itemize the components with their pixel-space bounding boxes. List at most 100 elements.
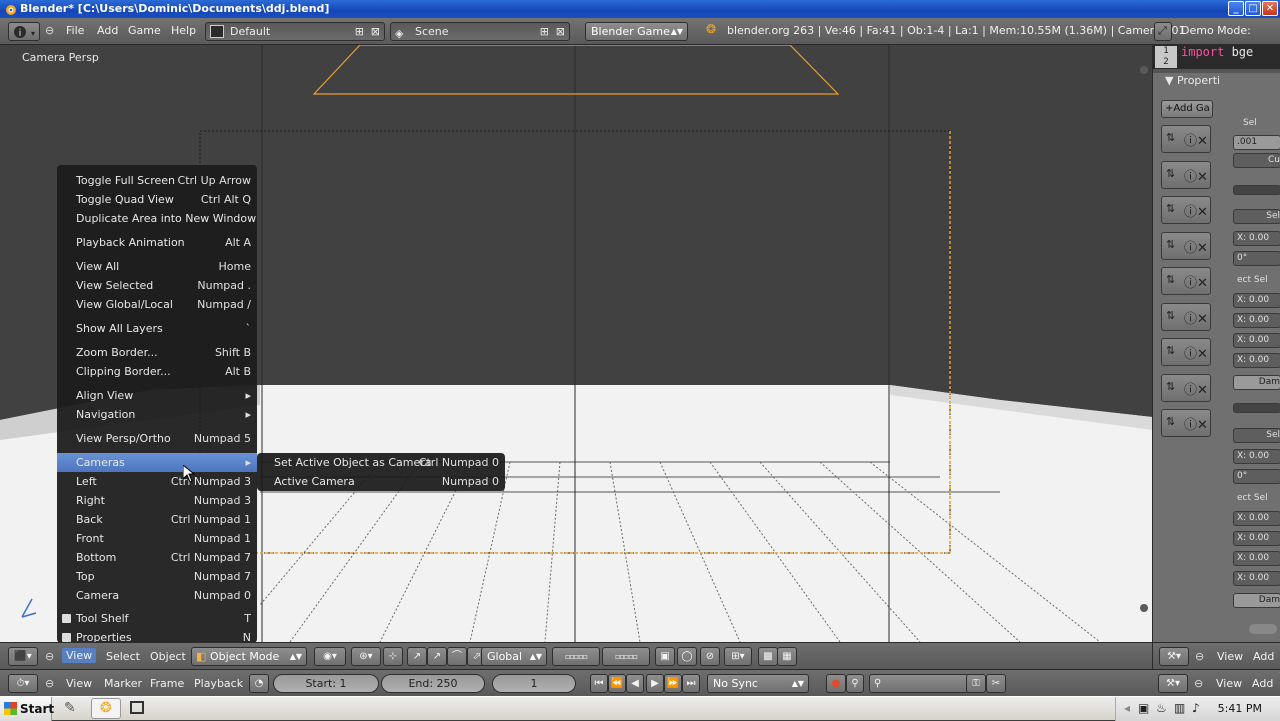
- jump-start-icon[interactable]: ⏮: [590, 674, 608, 693]
- remove-layout-icon[interactable]: ⊠: [371, 23, 380, 40]
- menu-object[interactable]: Object: [150, 650, 186, 663]
- menu-view[interactable]: View: [66, 677, 92, 690]
- view-menu-item[interactable]: Front Numpad 1: [57, 529, 257, 548]
- mode-dropdown[interactable]: ◧ Object Mode ▲▼: [191, 647, 307, 666]
- manipulator-icon[interactable]: ⊹: [383, 647, 403, 666]
- checkbox-icon[interactable]: [62, 633, 71, 642]
- sensor-button[interactable]: ⇅ ⓘ✕: [1161, 232, 1211, 260]
- menu-view[interactable]: View: [1217, 650, 1243, 663]
- play-reverse-icon[interactable]: ◀: [626, 674, 644, 693]
- view-menu-item[interactable]: Show All Layers `: [57, 319, 257, 338]
- lock-layers-icon[interactable]: ▣: [655, 647, 675, 666]
- collapse-menu-icon[interactable]: ⊖: [45, 677, 54, 690]
- text-editor[interactable]: 1 2 import bge: [1153, 45, 1280, 69]
- menu-game[interactable]: Game: [128, 24, 161, 37]
- view-menu-item[interactable]: View Global/Local Numpad /: [57, 295, 257, 314]
- menu-help[interactable]: Help: [171, 24, 196, 37]
- prop-value[interactable]: Sel: [1233, 428, 1280, 443]
- menu-add[interactable]: Add: [1252, 677, 1273, 690]
- prop-value[interactable]: X: 0.00: [1233, 571, 1280, 586]
- view-menu-item[interactable]: Navigation ▸: [57, 405, 257, 424]
- delete-keyframe-icon[interactable]: ✂: [986, 674, 1006, 693]
- view-menu-item[interactable]: View All Home: [57, 257, 257, 276]
- collapse-menu-icon[interactable]: ⊖: [45, 650, 54, 663]
- view-menu-item[interactable]: Playback Animation Alt A: [57, 233, 257, 252]
- start-button[interactable]: Start: [0, 697, 54, 721]
- add-scene-icon[interactable]: ⊞: [540, 23, 549, 40]
- keying-set-field[interactable]: ⚲: [869, 674, 969, 693]
- view-menu-item[interactable]: Zoom Border... Shift B: [57, 343, 257, 362]
- prop-value[interactable]: 0°: [1233, 469, 1280, 484]
- collapse-menu-icon[interactable]: ⊖: [1194, 677, 1203, 690]
- tray-app-icon[interactable]: ▣: [1138, 701, 1149, 715]
- end-frame-field[interactable]: End: 250: [381, 674, 485, 693]
- start-frame-field[interactable]: Start: 1: [273, 674, 379, 693]
- add-game-property-button[interactable]: +Add Ga: [1161, 100, 1213, 118]
- menu-frame[interactable]: Frame: [150, 677, 184, 690]
- sensor-button[interactable]: ⇅ ⓘ✕: [1161, 196, 1211, 224]
- menu-view[interactable]: View: [62, 648, 97, 663]
- render-engine-dropdown[interactable]: Blender Game ▲▼: [585, 22, 688, 41]
- menu-marker[interactable]: Marker: [104, 677, 142, 690]
- opengl-render-icon[interactable]: ▩: [758, 647, 778, 666]
- maximize-button[interactable]: □: [1245, 1, 1261, 16]
- sensor-button[interactable]: ⇅ ⓘ✕: [1161, 267, 1211, 295]
- jump-keyframe-back-icon[interactable]: ⏪: [608, 674, 626, 693]
- prop-value[interactable]: X: 0.00: [1233, 333, 1280, 348]
- editor-type-button[interactable]: ⬛▾: [8, 647, 38, 666]
- view-menu-item[interactable]: View Persp/Ortho Numpad 5: [57, 429, 257, 448]
- view-menu-item[interactable]: Right Numpad 3: [57, 491, 257, 510]
- minimize-button[interactable]: _: [1228, 1, 1244, 16]
- editor-type-button[interactable]: ⏱▾: [8, 674, 38, 693]
- sensor-button[interactable]: ⇅ ⓘ✕: [1161, 125, 1211, 153]
- view-menu-item[interactable]: View Selected Numpad .: [57, 276, 257, 295]
- prop-value[interactable]: 0°: [1233, 251, 1280, 266]
- view-menu-item[interactable]: Cameras ▸: [57, 453, 257, 472]
- close-window-button[interactable]: ✕: [1262, 1, 1278, 16]
- collapse-menu-icon[interactable]: ⊖: [45, 24, 54, 37]
- translate-icon[interactable]: ↗: [407, 647, 427, 666]
- view-menu-item[interactable]: Left Ctrl Numpad 3: [57, 472, 257, 491]
- pivot-point-button[interactable]: ⊛▾: [351, 647, 381, 666]
- prop-value[interactable]: X: 0.00: [1233, 313, 1280, 328]
- render-preview-icon[interactable]: ◯: [677, 647, 697, 666]
- view-menu-item[interactable]: Bottom Ctrl Numpad 7: [57, 548, 257, 567]
- menu-add[interactable]: Add: [97, 24, 118, 37]
- properties-header[interactable]: ▼ Properti: [1165, 74, 1220, 87]
- view-menu-item[interactable]: Align View ▸: [57, 386, 257, 405]
- view-menu-item[interactable]: Camera Numpad 0: [57, 586, 257, 605]
- sensor-button[interactable]: ⇅ ⓘ✕: [1161, 374, 1211, 402]
- current-frame-field[interactable]: 1: [492, 674, 576, 693]
- prop-value[interactable]: X: 0.00: [1233, 449, 1280, 464]
- prop-value[interactable]: X: 0.00: [1233, 551, 1280, 566]
- prop-value[interactable]: Sel: [1233, 209, 1280, 224]
- insert-keyframe-icon[interactable]: ⚿: [966, 674, 986, 693]
- sensor-button[interactable]: ⇅ ⓘ✕: [1161, 338, 1211, 366]
- screen-layout-selector[interactable]: Default ⊞ ⊠: [205, 22, 385, 41]
- taskbar-window-button[interactable]: [126, 699, 148, 718]
- collapse-menu-icon[interactable]: ⊖: [1195, 650, 1204, 663]
- scrollbar-handle[interactable]: [1249, 624, 1277, 634]
- network-icon[interactable]: ▥: [1174, 701, 1185, 715]
- sensor-button[interactable]: ⇅ ⓘ✕: [1161, 409, 1211, 437]
- prop-value[interactable]: .001: [1233, 135, 1280, 150]
- taskbar-blender-button[interactable]: ❂: [91, 698, 121, 719]
- prop-value[interactable]: X: 0.00: [1233, 231, 1280, 246]
- view-menu-item[interactable]: Duplicate Area into New Window: [57, 209, 257, 228]
- menu-playback[interactable]: Playback: [194, 677, 243, 690]
- view-menu-item[interactable]: Back Ctrl Numpad 1: [57, 510, 257, 529]
- add-layout-icon[interactable]: ⊞: [355, 23, 364, 40]
- prop-value[interactable]: X: 0.00: [1233, 293, 1280, 308]
- layers-grid-1[interactable]: ▫▫▫▫▫: [552, 647, 600, 666]
- jump-end-icon[interactable]: ⏭: [682, 674, 700, 693]
- proportional-edit-icon[interactable]: ⊘: [700, 647, 720, 666]
- remove-scene-icon[interactable]: ⊠: [556, 23, 565, 40]
- menu-view[interactable]: View: [1216, 677, 1242, 690]
- sensor-button[interactable]: ⇅ ⓘ✕: [1161, 303, 1211, 331]
- prop-value[interactable]: X: 0.00: [1233, 353, 1280, 368]
- jump-keyframe-forward-icon[interactable]: ⏩: [664, 674, 682, 693]
- layers-grid-2[interactable]: ▫▫▫▫▫: [602, 647, 650, 666]
- view-menu-item[interactable]: Clipping Border... Alt B: [57, 362, 257, 381]
- editor-type-button[interactable]: i ▾: [8, 22, 40, 41]
- menu-add[interactable]: Add: [1253, 650, 1274, 663]
